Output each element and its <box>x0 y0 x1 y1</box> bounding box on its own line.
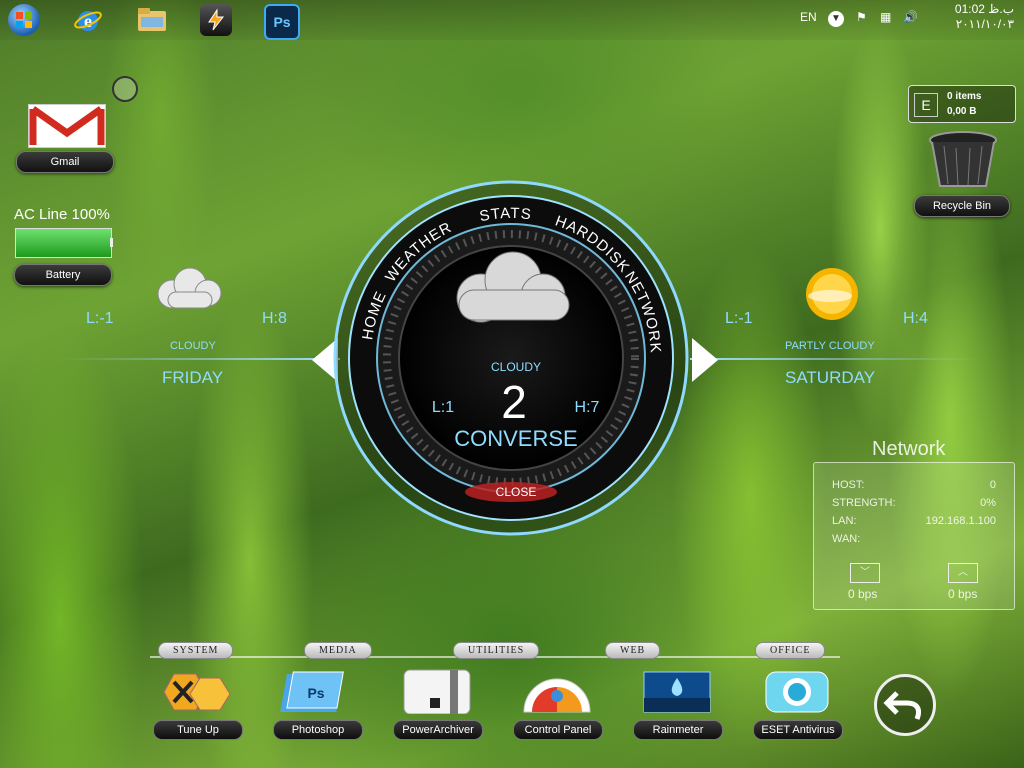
left-low: L:-1 <box>86 310 114 327</box>
battery-tip <box>110 238 113 247</box>
dock-label-powerarchiver[interactable]: PowerArchiver <box>393 720 483 740</box>
internet-explorer-icon[interactable]: e <box>72 4 104 36</box>
dock-label-control-panel[interactable]: Control Panel <box>513 720 603 740</box>
weather-band-right <box>690 358 980 360</box>
volume-icon[interactable]: 🔊 <box>903 10 918 24</box>
dock-tab-utilities[interactable]: UTILITIES <box>453 642 540 659</box>
back-arrow-icon[interactable] <box>874 674 936 736</box>
hud-rings: HOME WEATHER STATS HARDDISK NETWORK CLOU… <box>333 180 689 536</box>
control-panel-icon[interactable] <box>520 668 594 714</box>
download-icon: ﹀ <box>850 563 880 583</box>
sun-cloud-icon <box>800 266 864 331</box>
left-high: H:8 <box>262 310 287 327</box>
lan-value: 192.168.1.100 <box>925 515 996 527</box>
dock-tab-web[interactable]: WEB <box>605 642 661 659</box>
clock[interactable]: ب.ظ 01:02 ۲۰۱۱/۱۰/۰۳ <box>955 2 1014 32</box>
photoshop-dock-icon[interactable]: Ps <box>280 668 354 714</box>
right-low: L:-1 <box>725 310 753 327</box>
left-condition: CLOUDY <box>170 340 216 352</box>
strength-label: STRENGTH: <box>832 497 896 509</box>
gmail-widget-toggle[interactable] <box>112 76 138 102</box>
hud-low: L:1 <box>432 399 454 416</box>
gmail-icon[interactable] <box>28 104 106 148</box>
wan-label: WAN: <box>832 533 861 545</box>
recycle-bin-label[interactable]: Recycle Bin <box>914 195 1010 217</box>
download-speed: 0 bps <box>848 587 878 601</box>
dock-tab-system[interactable]: SYSTEM <box>158 642 234 659</box>
upload-icon: ︿ <box>948 563 978 583</box>
dock-label-tuneup[interactable]: Tune Up <box>153 720 243 740</box>
hud-location: CONVERSE <box>454 426 577 451</box>
right-day: SATURDAY <box>785 368 876 387</box>
network-panel: HOST: 0 STRENGTH: 0% LAN: 192.168.1.100 WAN… <box>813 462 1015 610</box>
battery-fill <box>16 229 111 257</box>
action-center-icon[interactable]: ⚑ <box>856 10 867 24</box>
hud-high: H:7 <box>575 399 600 416</box>
lan-label: LAN: <box>832 515 857 527</box>
windows-start-icon[interactable] <box>8 4 40 36</box>
network-title: Network <box>872 438 946 460</box>
dock-label-rainmeter[interactable]: Rainmeter <box>633 720 723 740</box>
dock-tab-office[interactable]: OFFICE <box>755 642 826 659</box>
clock-date: ۲۰۱۱/۱۰/۰۳ <box>955 17 1014 31</box>
host-label: HOST: <box>832 479 865 491</box>
network-tray-icon[interactable]: ▦ <box>880 10 891 24</box>
left-day: FRIDAY <box>162 368 224 387</box>
dock-tab-media[interactable]: MEDIA <box>304 642 372 659</box>
chevron-down-icon[interactable]: ▼ <box>828 11 844 27</box>
photoshop-icon[interactable]: Ps <box>264 4 300 40</box>
eset-antivirus-icon[interactable] <box>760 668 834 714</box>
dock-label-photoshop[interactable]: Photoshop <box>273 720 363 740</box>
clock-time: ب.ظ 01:02 <box>954 2 1014 16</box>
right-high: H:4 <box>903 310 928 327</box>
taskbar: e Ps EN ▼ ⚑ ▦ 🔊 ب.ظ 01:02 ۲۰۱۱/۱۰/۰۳ <box>0 0 1024 40</box>
file-explorer-icon[interactable] <box>136 4 168 36</box>
upload-speed: 0 bps <box>948 587 978 601</box>
hud-close-button[interactable]: CLOSE <box>496 485 537 499</box>
battery-label[interactable]: Battery <box>14 264 112 286</box>
weather-hud: HOME WEATHER STATS HARDDISK NETWORK CLOU… <box>331 178 691 538</box>
battery-status: AC Line 100% <box>14 206 110 223</box>
drive-letter: E <box>914 93 938 117</box>
recycle-bin-icon[interactable] <box>928 130 998 190</box>
dock-label-eset[interactable]: ESET Antivirus <box>753 720 843 740</box>
cloud-icon <box>150 266 230 317</box>
powerarchiver-icon[interactable] <box>400 668 474 715</box>
svg-text:Ps: Ps <box>307 685 324 701</box>
rainmeter-icon[interactable] <box>640 668 714 714</box>
hud-temp: 2 <box>501 376 527 428</box>
winamp-icon[interactable] <box>200 4 232 36</box>
recycle-items: 0 items <box>947 91 982 102</box>
strength-value: 0% <box>980 497 996 509</box>
host-value: 0 <box>989 479 996 491</box>
language-indicator[interactable]: EN <box>800 10 817 24</box>
hud-condition: CLOUDY <box>491 360 541 374</box>
right-condition: PARTLY CLOUDY <box>785 340 875 352</box>
gmail-label[interactable]: Gmail <box>16 151 114 173</box>
tuneup-icon[interactable] <box>160 668 234 714</box>
recycle-size: 0,00 B <box>947 106 977 117</box>
next-day-arrow[interactable] <box>692 338 718 382</box>
weather-band-left <box>60 358 340 360</box>
recycle-info[interactable]: E 0 items 0,00 B <box>908 85 1016 123</box>
battery-meter <box>15 228 112 258</box>
